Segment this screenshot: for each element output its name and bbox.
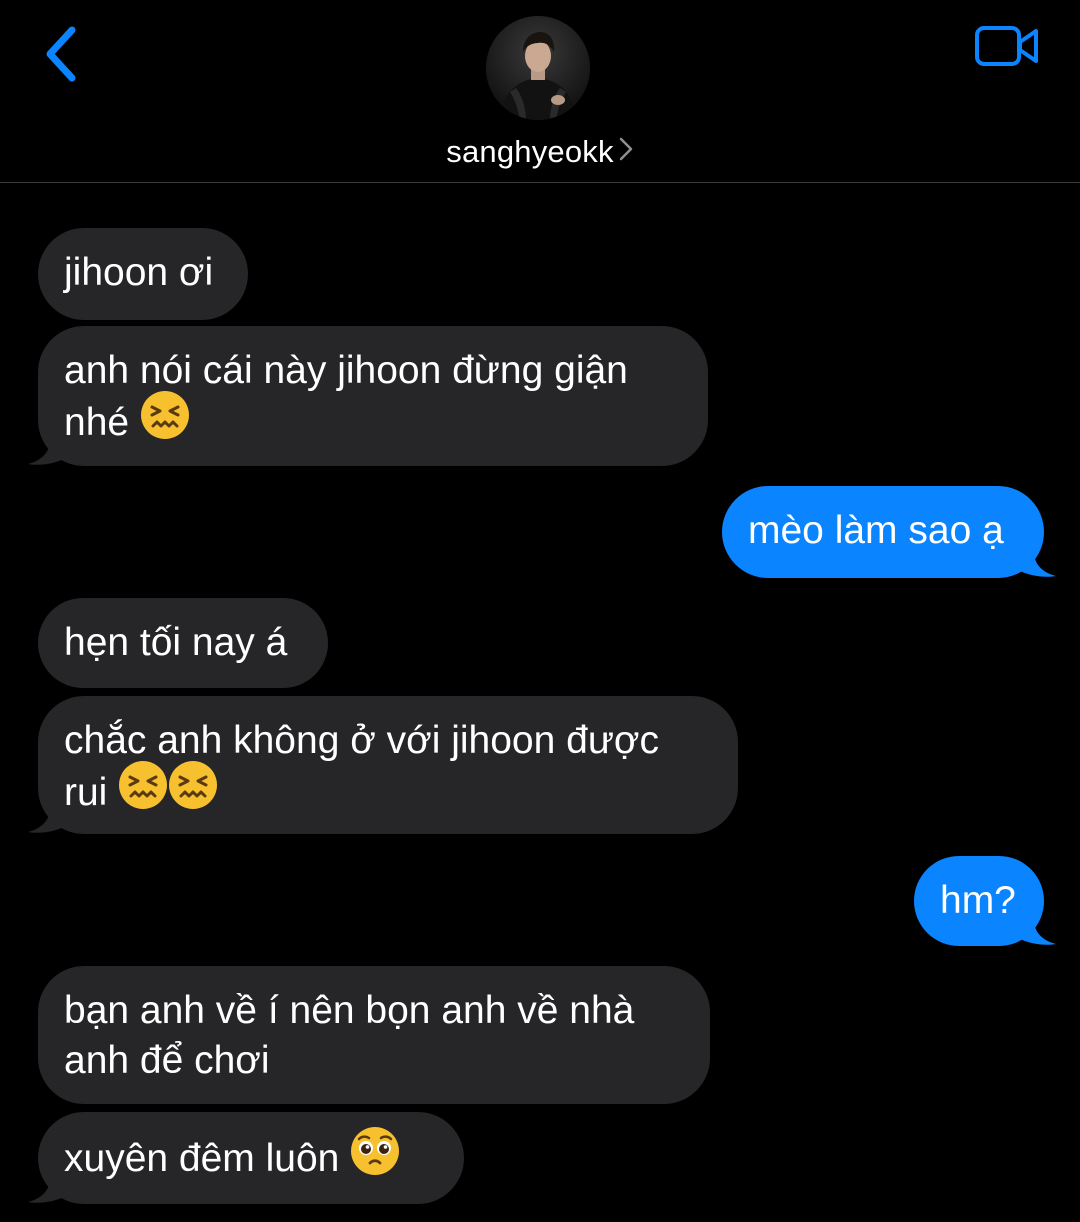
incoming-message[interactable]: jihoon ơi bbox=[38, 228, 248, 320]
confounded-face-emoji bbox=[118, 760, 168, 823]
bubble-tail bbox=[1018, 552, 1056, 577]
message-line: anh nói cái này jihoon đừng giận bbox=[64, 349, 628, 392]
back-button[interactable] bbox=[34, 20, 86, 88]
message-line: chắc anh không ở với jihoon được bbox=[64, 719, 659, 762]
video-call-button[interactable] bbox=[970, 20, 1044, 72]
bubble-tail bbox=[28, 1178, 66, 1203]
message-text: mèo làm sao ạ bbox=[748, 509, 1004, 552]
pleading-face-emoji bbox=[350, 1126, 400, 1189]
message-text: hẹn tối nay á bbox=[64, 621, 288, 664]
conversation-header: sanghyeokk bbox=[0, 0, 1080, 183]
incoming-message[interactable]: bạn anh về í nên bọn anh về nhà anh để c… bbox=[38, 966, 710, 1104]
avatar-photo bbox=[486, 16, 590, 120]
incoming-message[interactable]: anh nói cái này jihoon đừng giận nhé bbox=[38, 326, 708, 466]
incoming-message[interactable]: hẹn tối nay á bbox=[38, 598, 328, 688]
chevron-right-icon bbox=[618, 134, 634, 170]
confounded-face-emoji bbox=[168, 760, 218, 823]
message-text: xuyên đêm luôn bbox=[64, 1136, 340, 1180]
message-text: hm? bbox=[940, 879, 1016, 922]
incoming-message[interactable]: chắc anh không ở với jihoon được rui bbox=[38, 696, 738, 834]
contact-name: sanghyeokk bbox=[446, 134, 614, 169]
chevron-left-icon bbox=[46, 26, 76, 82]
message-line: anh để chơi bbox=[64, 1039, 270, 1082]
bubble-tail bbox=[1018, 920, 1056, 945]
contact-avatar[interactable] bbox=[486, 16, 590, 120]
confounded-face-emoji bbox=[140, 390, 190, 453]
message-text: jihoon ơi bbox=[64, 251, 214, 294]
bubble-tail bbox=[28, 440, 66, 465]
outgoing-message[interactable]: mèo làm sao ạ bbox=[722, 486, 1044, 578]
contact-name-button[interactable]: sanghyeokk bbox=[0, 134, 1080, 170]
incoming-message[interactable]: xuyên đêm luôn bbox=[38, 1112, 464, 1204]
bubble-tail bbox=[28, 808, 66, 833]
message-line: rui bbox=[64, 770, 108, 814]
message-line: bạn anh về í nên bọn anh về nhà bbox=[64, 989, 635, 1032]
video-camera-icon bbox=[975, 26, 1038, 66]
message-line: nhé bbox=[64, 400, 130, 444]
